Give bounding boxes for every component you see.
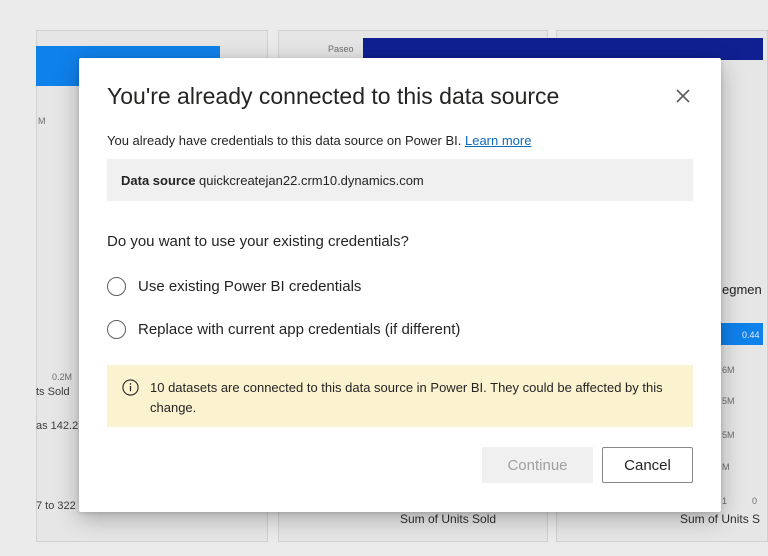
warning-banner: 10 datasets are connected to this data s… [107,365,693,427]
dialog-description: You already have credentials to this dat… [107,133,531,148]
radio-circle-use-existing[interactable] [107,277,126,296]
data-source-row: Data source quickcreatejan22.crm10.dynam… [121,173,424,188]
info-icon [122,379,139,396]
radio-use-existing[interactable]: Use existing Power BI credentials [107,277,361,296]
cancel-button[interactable]: Cancel [602,447,693,483]
data-source-value: quickcreatejan22.crm10.dynamics.com [199,173,424,188]
data-source-label: Data source [121,173,196,188]
radio-label-replace: Replace with current app credentials (if… [138,321,461,338]
radio-circle-replace[interactable] [107,320,126,339]
close-icon[interactable] [671,84,695,108]
credentials-dialog: You're already connected to this data so… [79,58,721,512]
learn-more-link[interactable]: Learn more [465,133,531,148]
credentials-question: Do you want to use your existing credent… [107,233,409,250]
dialog-title: You're already connected to this data so… [107,83,560,109]
continue-button[interactable]: Continue [482,447,593,483]
warning-text: 10 datasets are connected to this data s… [150,380,663,415]
radio-label-use-existing: Use existing Power BI credentials [138,278,362,295]
data-source-box: Data source quickcreatejan22.crm10.dynam… [107,159,693,201]
description-text: You already have credentials to this dat… [107,133,462,148]
radio-replace-credentials[interactable]: Replace with current app credentials (if… [107,320,460,339]
